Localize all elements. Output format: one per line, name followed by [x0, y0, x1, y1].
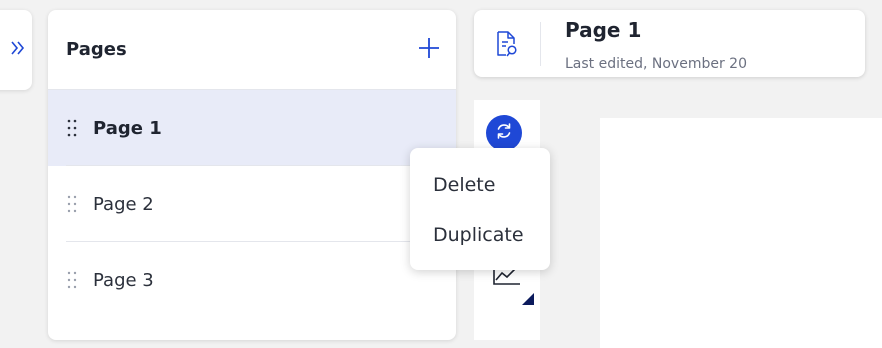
divider	[540, 22, 541, 66]
drag-handle-icon[interactable]	[66, 118, 80, 138]
duplicate-menu-item[interactable]: Duplicate	[410, 210, 550, 260]
document-search-icon	[494, 30, 520, 58]
page-header-card: Page 1 Last edited, November 20	[474, 10, 865, 77]
add-page-button[interactable]	[416, 37, 442, 63]
delete-menu-item[interactable]: Delete	[410, 160, 550, 210]
expand-sidebar-button[interactable]	[0, 10, 32, 90]
refresh-button[interactable]	[486, 115, 522, 151]
page-list-item[interactable]: Page 3	[48, 242, 456, 318]
page-list-item-label: Page 3	[93, 269, 154, 291]
page-context-menu: Delete Duplicate	[410, 148, 550, 270]
page-list-item[interactable]: Page 2	[48, 166, 456, 242]
last-edited-text: Last edited, November 20	[565, 56, 747, 72]
pages-header: Pages	[48, 10, 456, 90]
resize-handle-icon[interactable]	[522, 290, 534, 305]
page-list-item-label: Page 2	[93, 193, 154, 215]
page-title: Page 1	[565, 18, 642, 42]
page-canvas[interactable]	[600, 118, 882, 348]
drag-handle-icon[interactable]	[66, 270, 80, 290]
pages-title: Pages	[66, 39, 127, 60]
refresh-icon	[494, 121, 514, 145]
page-list-item[interactable]: Page 1	[48, 90, 456, 166]
pages-panel: Pages Page 1 Page 2 Page 3	[48, 10, 456, 340]
drag-handle-icon[interactable]	[66, 194, 80, 214]
page-list-item-label: Page 1	[93, 117, 162, 139]
double-chevron-right-icon	[10, 39, 26, 61]
plus-icon	[418, 37, 440, 63]
